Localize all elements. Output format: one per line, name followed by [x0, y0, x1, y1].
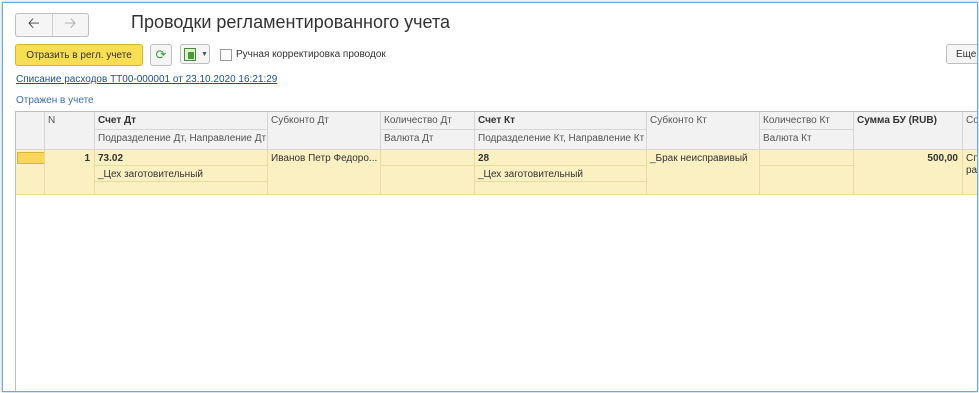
window: 🡠 🡢 Проводки регламентированного учета О…	[2, 2, 978, 392]
more-button[interactable]: Еще	[946, 44, 977, 64]
column-header-credit-account[interactable]: Счет Кт	[475, 112, 647, 130]
table-row-n[interactable]: 1	[45, 150, 95, 195]
column-header-credit-division[interactable]: Подразделение Кт, Направление Кт	[475, 130, 647, 150]
table-row-credit-empty[interactable]	[475, 182, 647, 195]
document-actions-button[interactable]: ▼	[180, 44, 210, 64]
entries-table: N Счет Дт Субконто Дт Количество Дт Счет…	[15, 111, 978, 391]
column-header-content[interactable]: Сод	[963, 112, 977, 150]
table-row-content-line1: Спи	[966, 153, 977, 164]
table-row-debit-division[interactable]: _Цех заготовительный	[95, 166, 268, 182]
manual-correction-label: Ручная корректировка проводок	[236, 49, 386, 60]
arrow-left-icon[interactable]: 🡠	[16, 14, 52, 36]
column-header-debit-account[interactable]: Счет Дт	[95, 112, 268, 130]
manual-correction-checkbox[interactable]	[220, 49, 232, 61]
column-header-debit-subconto[interactable]: Субконто Дт	[268, 112, 381, 150]
column-header-debit-division[interactable]: Подразделение Дт, Направление Дт	[95, 130, 268, 150]
table-row-debit-empty[interactable]	[95, 182, 268, 195]
column-header-amount[interactable]: Сумма БУ (RUB)	[854, 112, 963, 150]
column-header-n[interactable]: N	[45, 112, 95, 150]
status-text: Отражен в учете	[16, 95, 94, 106]
column-header-debit-qty[interactable]: Количество Дт	[381, 112, 475, 130]
table-row-credit-division[interactable]: _Цех заготовительный	[475, 166, 647, 182]
column-header-credit-subconto[interactable]: Субконто Кт	[647, 112, 760, 150]
table-row-amount[interactable]: 500,00	[854, 150, 963, 195]
chevron-down-icon: ▼	[201, 50, 208, 58]
documents-icon	[184, 47, 196, 61]
post-to-accounting-button[interactable]: Отразить в регл. учете	[15, 44, 143, 66]
arrow-right-icon[interactable]: 🡢	[51, 14, 89, 36]
table-row-credit-qty[interactable]	[760, 150, 854, 166]
table-row-content[interactable]: Спи рас	[963, 150, 978, 195]
document-link[interactable]: Списание расходов ТТ00-000001 от 23.10.2…	[16, 74, 277, 85]
table-row-content-line2: рас	[966, 165, 978, 176]
nav-group: 🡠 🡢	[15, 13, 89, 37]
table-row-debit-qty[interactable]	[381, 150, 475, 166]
table-row-credit-currency[interactable]	[760, 166, 854, 195]
page-title: Проводки регламентированного учета	[131, 12, 451, 32]
column-header-credit-qty[interactable]: Количество Кт	[760, 112, 854, 130]
table-row-marker-cell[interactable]	[16, 150, 45, 195]
table-row-debit-currency[interactable]	[381, 166, 475, 195]
column-header-marker	[16, 112, 45, 150]
table-row-credit-subconto[interactable]: _Брак неисправивый	[647, 150, 760, 195]
refresh-icon[interactable]: ⟳	[150, 44, 172, 66]
column-header-credit-currency[interactable]: Валюта Кт	[760, 130, 854, 150]
table-row-debit-subconto[interactable]: Иванов Петр Федоро...	[268, 150, 381, 195]
row-marker	[17, 152, 44, 164]
table-row-credit-account[interactable]: 28	[475, 150, 647, 166]
column-header-debit-currency[interactable]: Валюта Дт	[381, 130, 475, 150]
table-row-debit-account[interactable]: 73.02	[95, 150, 268, 166]
